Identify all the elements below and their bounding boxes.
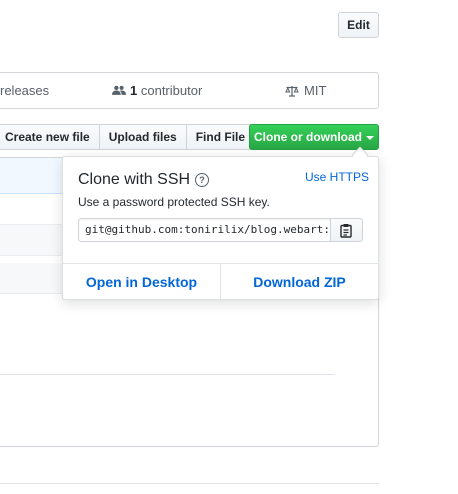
- question-icon[interactable]: ?: [195, 173, 210, 187]
- clone-or-download-label: Clone or download: [254, 130, 362, 144]
- clone-popover-title-text: Clone with SSH: [78, 171, 191, 188]
- clone-description: Use a password protected SSH key.: [78, 195, 270, 209]
- license-link[interactable]: MIT: [285, 83, 326, 98]
- contributors-label: contributor: [140, 83, 203, 98]
- download-zip-button[interactable]: Download ZIP: [221, 264, 378, 299]
- clipboard-icon: [340, 223, 352, 238]
- open-in-desktop-button[interactable]: Open in Desktop: [63, 264, 220, 299]
- caret-down-icon: [366, 135, 374, 140]
- file-actions-group: Create new file Upload files Find File: [0, 124, 256, 150]
- edit-button[interactable]: Edit: [338, 12, 379, 38]
- clone-popover-title: Clone with SSH ?: [78, 171, 210, 189]
- upload-files-button[interactable]: Upload files: [99, 125, 187, 149]
- releases-link[interactable]: releases: [0, 83, 49, 98]
- find-file-button[interactable]: Find File: [186, 125, 255, 149]
- clone-url-input[interactable]: git@github.com:tonirilix/blog.webart:: [78, 218, 331, 242]
- contributors-count: 1: [130, 83, 138, 98]
- copy-url-button[interactable]: [330, 218, 363, 242]
- people-icon: [112, 85, 126, 95]
- license-label: MIT: [304, 83, 327, 98]
- page-divider: [0, 483, 379, 484]
- contributors-link[interactable]: 1 contributor: [112, 83, 202, 98]
- law-icon: [285, 85, 299, 97]
- readme-divider: [0, 374, 335, 375]
- use-https-link[interactable]: Use HTTPS: [305, 170, 369, 184]
- create-new-file-button[interactable]: Create new file: [0, 125, 100, 149]
- releases-label: releases: [0, 83, 50, 98]
